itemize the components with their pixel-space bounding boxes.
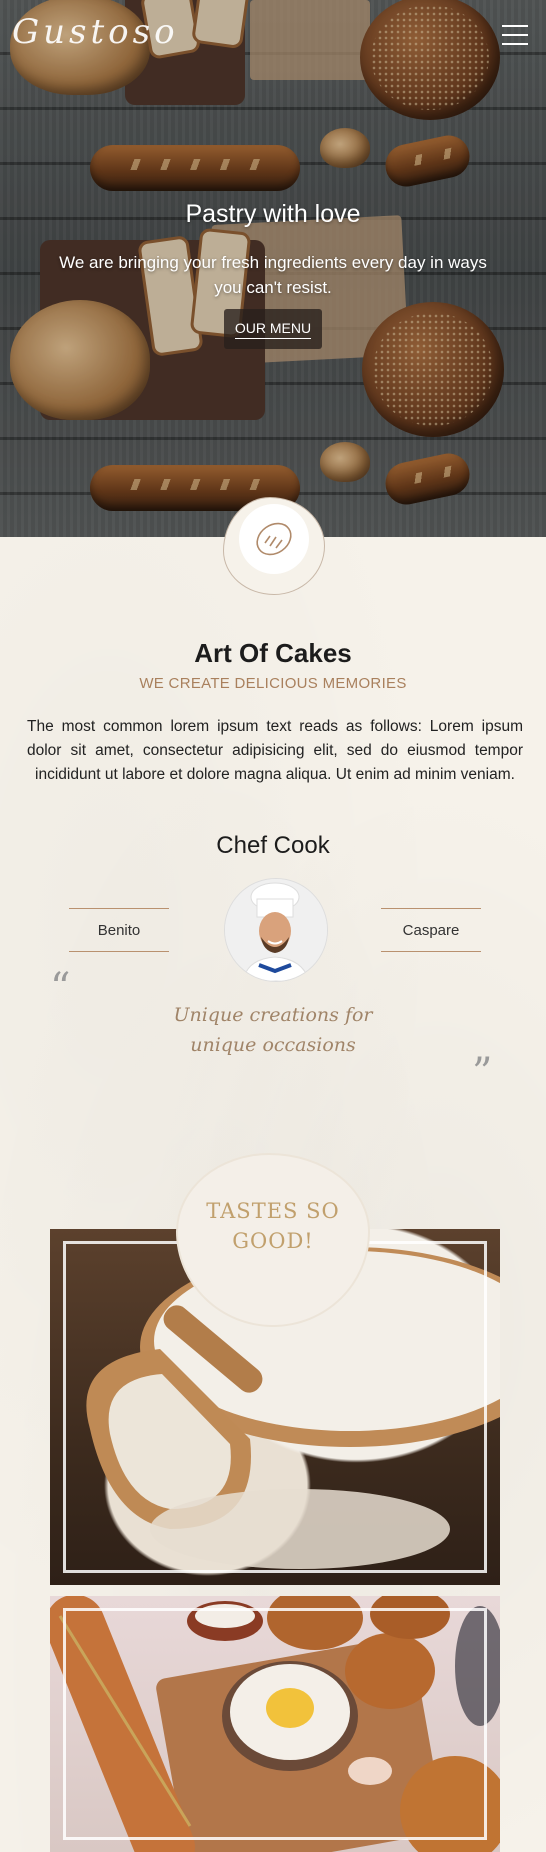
- chef-avatar: [224, 878, 328, 982]
- our-menu-label: OUR MENU: [234, 320, 312, 339]
- chef-name-left[interactable]: Benito: [69, 908, 169, 952]
- our-menu-button[interactable]: OUR MENU: [224, 309, 322, 349]
- bread-icon: [239, 504, 309, 574]
- about-subtitle: WE CREATE DELICIOUS MEMORIES: [139, 675, 407, 692]
- quote-text: Unique creations for unique occasions: [173, 1004, 373, 1056]
- photo-frame-border-2: [63, 1608, 487, 1840]
- chef-name-right[interactable]: Caspare: [381, 908, 481, 952]
- hero-subtitle: We are bringing your fresh ingredients e…: [59, 253, 487, 297]
- hamburger-icon[interactable]: [502, 25, 528, 45]
- quote-open-mark: “: [50, 965, 71, 1011]
- bakery-ingredients-photo: [50, 1596, 500, 1852]
- tastes-badge-text: TASTES SO GOOD!: [206, 1199, 340, 1253]
- chef-title: Chef Cook: [216, 832, 330, 859]
- hero-section: Gustoso Pastry with love We are bringing…: [0, 0, 546, 537]
- hero-title: Pastry with love: [185, 200, 361, 228]
- about-body: The most common lorem ipsum text reads a…: [27, 718, 523, 783]
- quote-close-mark: ”: [472, 1050, 493, 1096]
- about-title: Art Of Cakes: [194, 638, 352, 668]
- site-logo[interactable]: Gustoso: [12, 12, 179, 52]
